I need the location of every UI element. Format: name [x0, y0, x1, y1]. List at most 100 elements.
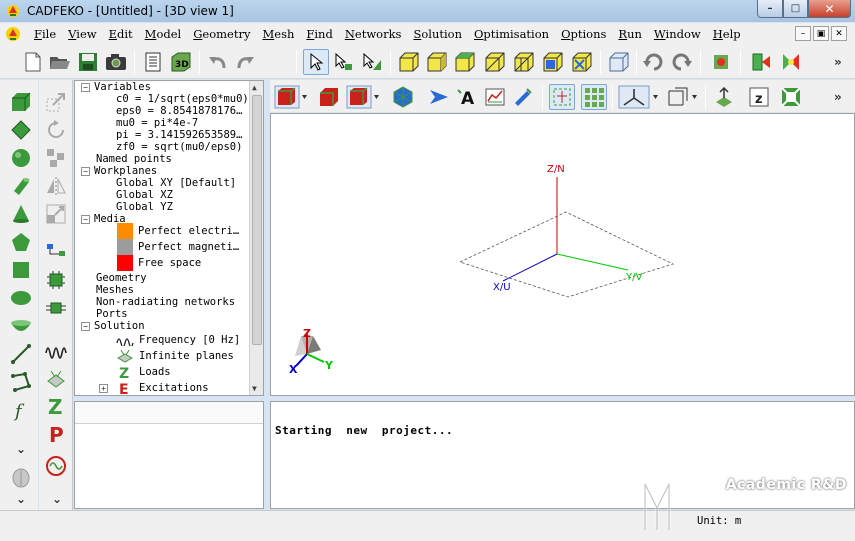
solver-run-icon[interactable]: [748, 49, 774, 75]
transform-overflow-icon[interactable]: ⌄: [52, 492, 62, 506]
tree-medium-item[interactable]: Perfect magneti…: [117, 239, 239, 255]
frequency-wave-icon[interactable]: [44, 338, 68, 362]
tree-workplanes[interactable]: − Workplanes: [81, 165, 157, 177]
tree-scrollbar[interactable]: ▲ ▼: [249, 81, 263, 395]
graph-display-icon[interactable]: [482, 84, 508, 110]
mdi-close-button[interactable]: ✕: [831, 26, 847, 41]
menu-options[interactable]: Options: [555, 27, 612, 41]
minimize-button[interactable]: –: [757, 0, 783, 18]
solid-cube-icon[interactable]: [396, 49, 422, 75]
tree-variable-item[interactable]: mu0 = pi*4e-7: [116, 117, 198, 129]
tree-medium-item[interactable]: Perfect electri…: [117, 223, 239, 239]
tree-solution-infinite-planes[interactable]: Infinite planes: [116, 349, 234, 363]
menu-view[interactable]: View: [62, 27, 102, 41]
menu-file[interactable]: File: [28, 27, 62, 41]
select-edge-icon[interactable]: [359, 49, 385, 75]
wire-cube-icon[interactable]: [482, 49, 508, 75]
rotate-right-icon[interactable]: [669, 49, 695, 75]
menu-help[interactable]: Help: [707, 27, 747, 41]
text-label-icon[interactable]: A: [454, 84, 480, 110]
chip-port-icon[interactable]: [44, 268, 68, 292]
import-geometry-icon[interactable]: [9, 466, 33, 490]
scroll-down-icon[interactable]: ▼: [252, 384, 257, 393]
tree-variable-item[interactable]: eps0 = 8.8541878176…: [116, 105, 242, 117]
tree-solution-excitations[interactable]: + E Excitations: [99, 381, 209, 395]
menu-window[interactable]: Window: [648, 27, 707, 41]
face-color-dropdown[interactable]: [274, 84, 308, 110]
menu-mesh[interactable]: Mesh: [256, 27, 300, 41]
move-plane-icon[interactable]: [711, 84, 737, 110]
tree-geometry[interactable]: Geometry: [96, 272, 147, 284]
cone-icon[interactable]: [9, 202, 33, 226]
close-button[interactable]: ✕: [808, 0, 851, 18]
cuboid-icon[interactable]: [9, 90, 33, 114]
mirror-icon[interactable]: [44, 174, 68, 198]
measure-tool-icon[interactable]: [510, 84, 536, 110]
collapse-icon[interactable]: −: [81, 166, 90, 176]
toolbar-overflow-icon[interactable]: »: [834, 55, 842, 69]
array-icon[interactable]: [44, 146, 68, 170]
mdi-restore-button[interactable]: ▣: [813, 26, 829, 41]
power-p-icon[interactable]: P: [44, 422, 68, 446]
blue-mesh-cube-icon[interactable]: [540, 49, 566, 75]
scroll-up-icon[interactable]: ▲: [252, 83, 257, 92]
select-point-icon[interactable]: [331, 49, 357, 75]
translate-icon[interactable]: [44, 90, 68, 114]
tree-variable-item[interactable]: c0 = 1/sqrt(eps0*mu0): [116, 93, 249, 105]
tree-solution-loads[interactable]: Z Loads: [116, 365, 171, 379]
tree-medium-item[interactable]: Free space: [117, 255, 201, 271]
network-flow-icon[interactable]: [44, 240, 68, 264]
menu-solution[interactable]: Solution: [407, 27, 468, 41]
menu-model[interactable]: Model: [139, 27, 188, 41]
import-overflow-icon[interactable]: ⌄: [16, 492, 26, 506]
polyline-icon[interactable]: [9, 370, 33, 394]
paraboloid-icon[interactable]: [9, 314, 33, 338]
zoom-z-icon[interactable]: z: [746, 84, 772, 110]
polygon-icon[interactable]: [9, 230, 33, 254]
blue-wire-cube-icon[interactable]: [569, 49, 595, 75]
cylinder-icon[interactable]: [9, 174, 33, 198]
ellipse-icon[interactable]: [9, 286, 33, 310]
menu-optimisation[interactable]: Optimisation: [468, 27, 555, 41]
collapse-icon[interactable]: −: [81, 82, 90, 92]
menu-geometry[interactable]: Geometry: [187, 27, 256, 41]
tree-variables[interactable]: − Variables: [81, 81, 151, 93]
analytical-curve-icon[interactable]: f: [9, 398, 33, 422]
save-icon[interactable]: [75, 49, 101, 75]
3d-view-canvas[interactable]: Z/N X/U Y/V Z X Y: [270, 113, 855, 396]
menu-edit[interactable]: Edit: [103, 27, 139, 41]
menu-run[interactable]: Run: [612, 27, 648, 41]
source-circle-icon[interactable]: [44, 454, 68, 478]
workplane-dropdown[interactable]: [665, 84, 699, 110]
tree-workplane-item[interactable]: Global XZ: [116, 189, 173, 201]
axes-dropdown[interactable]: [618, 84, 660, 110]
tree-ports[interactable]: Ports: [96, 308, 128, 320]
port-arrow-icon[interactable]: [426, 84, 452, 110]
surface-display-icon[interactable]: [316, 84, 342, 110]
tree-meshes[interactable]: Meshes: [96, 284, 134, 296]
model-check-icon[interactable]: [708, 49, 734, 75]
tree-named-points[interactable]: Named points: [96, 153, 172, 165]
new-file-icon[interactable]: [20, 49, 46, 75]
mesh-cube-icon[interactable]: [511, 49, 537, 75]
scroll-thumb[interactable]: [252, 95, 262, 345]
mesh-display-icon[interactable]: [390, 84, 416, 110]
rectangle-icon[interactable]: [9, 258, 33, 282]
camera-icon[interactable]: [103, 49, 129, 75]
display-mode-dropdown[interactable]: [346, 84, 380, 110]
infinite-plane-icon[interactable]: [44, 366, 68, 390]
redo-icon[interactable]: [232, 49, 258, 75]
tree-workplane-item[interactable]: Global XY [Default]: [116, 177, 236, 189]
rotate-left-icon[interactable]: [640, 49, 666, 75]
undo-icon[interactable]: [205, 49, 231, 75]
face-cube-icon[interactable]: [424, 49, 450, 75]
grid-display-icon[interactable]: [581, 84, 607, 110]
tree-variable-item[interactable]: pi = 3.141592653589…: [116, 129, 242, 141]
collapse-icon[interactable]: −: [81, 214, 90, 224]
tree-solution[interactable]: − Solution: [81, 320, 145, 332]
select-pointer-icon[interactable]: [303, 49, 329, 75]
zoom-extents-icon[interactable]: [778, 84, 804, 110]
mdi-minimize-button[interactable]: –: [795, 26, 811, 41]
cadfeko-app-icon[interactable]: [5, 3, 21, 19]
collapse-icon[interactable]: −: [81, 321, 90, 331]
